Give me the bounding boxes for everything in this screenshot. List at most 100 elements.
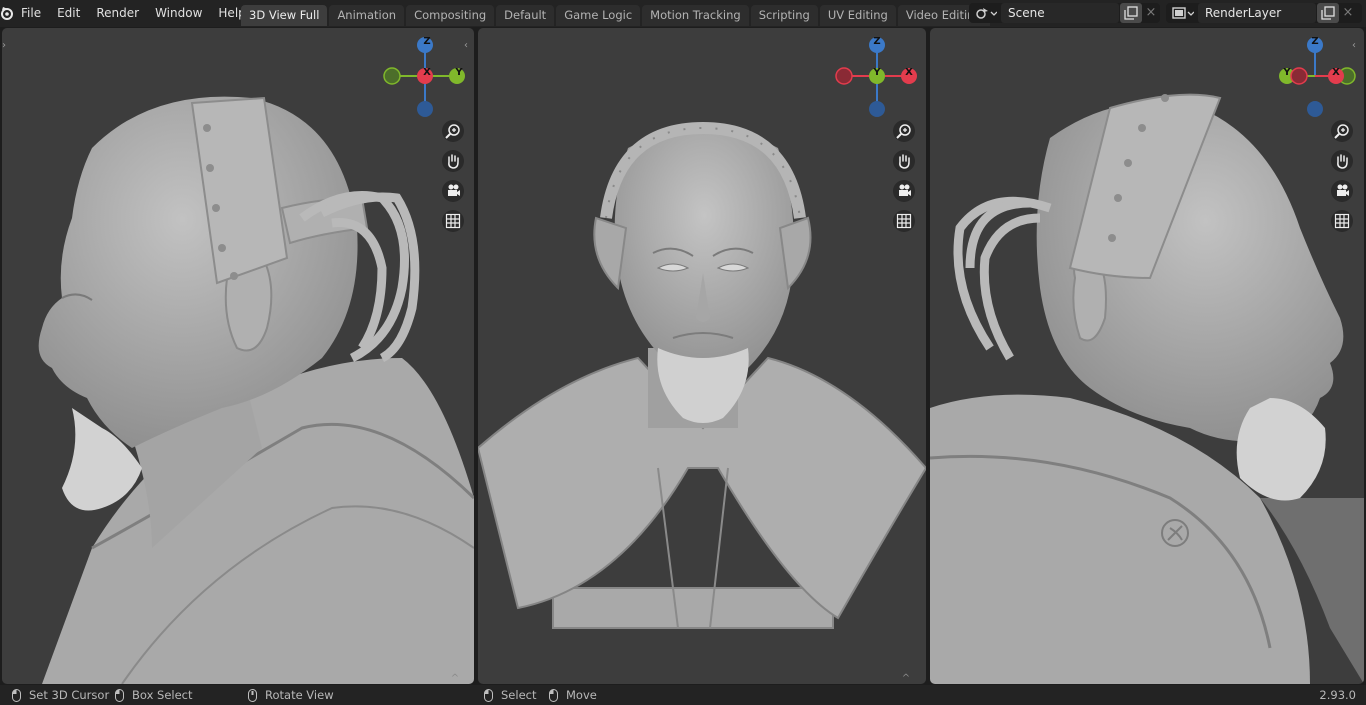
- gizmo-z-label: Z: [873, 36, 881, 47]
- pan-button[interactable]: [1331, 150, 1353, 172]
- mouse-left-icon: [12, 688, 21, 702]
- scene-name-field[interactable]: Scene: [1001, 3, 1119, 23]
- gizmo-left-label: Y: [1283, 67, 1291, 78]
- hint-label: Select: [501, 688, 537, 702]
- zoom-button[interactable]: [1331, 120, 1353, 142]
- gizmo-z-label: Z: [1311, 36, 1319, 47]
- menu-file[interactable]: File: [13, 0, 49, 27]
- camera-icon: [899, 184, 911, 196]
- footer-expand-icon[interactable]: ^: [448, 674, 462, 684]
- gizmo-center-label: X: [423, 67, 431, 78]
- status-bar: Set 3D Cursor Box Select Rotate View Sel…: [0, 685, 1366, 705]
- gizmo-neg-z-axis: [1307, 101, 1323, 117]
- sculpt-model-right-profile: [930, 93, 1364, 684]
- camera-view-button[interactable]: [1331, 180, 1353, 202]
- grid-icon: [1334, 213, 1350, 229]
- grid-icon: [896, 213, 912, 229]
- hand-pan-icon: [1337, 154, 1348, 169]
- navigation-gizmo[interactable]: [380, 34, 470, 124]
- hint-label: Rotate View: [265, 688, 334, 702]
- 3d-viewport-left[interactable]: Z X Y › ‹ ^: [2, 28, 474, 684]
- tab-scripting[interactable]: Scripting: [750, 5, 818, 26]
- ortho-toggle-button[interactable]: [1331, 210, 1353, 232]
- hint-label: Box Select: [132, 688, 193, 702]
- version-label: 2.93.0: [1319, 688, 1356, 702]
- mouse-drag-icon: [549, 688, 558, 702]
- new-view-layer-button[interactable]: [1317, 3, 1339, 23]
- 3d-viewport-right[interactable]: Z Y X ‹: [930, 28, 1364, 684]
- scene-selector: Scene ×: [969, 3, 1160, 23]
- camera-icon: [1337, 184, 1349, 196]
- menu-window[interactable]: Window: [147, 0, 210, 27]
- zoom-button[interactable]: [442, 120, 464, 142]
- navigation-tools: [1331, 120, 1355, 240]
- navigation-tools: [893, 120, 917, 240]
- gizmo-neg-z-axis: [869, 101, 885, 117]
- grid-icon: [445, 213, 461, 229]
- menu-render[interactable]: Render: [88, 0, 147, 27]
- view-layer-name-field[interactable]: RenderLayer: [1198, 3, 1316, 23]
- hint-rotate-view: Rotate View: [248, 685, 334, 705]
- tab-uv-editing[interactable]: UV Editing: [819, 5, 896, 26]
- zoom-button[interactable]: [893, 120, 915, 142]
- toolbar-expand-icon[interactable]: ›: [2, 40, 12, 52]
- view-layer-browse-button[interactable]: [1168, 4, 1198, 22]
- hand-pan-icon: [899, 154, 910, 169]
- camera-view-button[interactable]: [442, 180, 464, 202]
- hint-set-3d-cursor: Set 3D Cursor: [12, 685, 109, 705]
- gizmo-right-label: X: [905, 67, 913, 78]
- sidebar-expand-icon[interactable]: ‹: [464, 40, 474, 52]
- main-menu: File Edit Render Window Help: [13, 0, 254, 27]
- navigation-tools: [442, 120, 466, 240]
- zoom-icon: [1334, 124, 1349, 139]
- top-bar: File Edit Render Window Help 3D View Ful…: [0, 0, 1366, 27]
- hint-label: Set 3D Cursor: [29, 688, 110, 702]
- scene-browse-button[interactable]: [971, 4, 1001, 22]
- hand-pan-icon: [448, 154, 459, 169]
- pan-button[interactable]: [893, 150, 915, 172]
- tab-compositing[interactable]: Compositing: [406, 5, 495, 26]
- sculpt-model-left-profile: [38, 96, 474, 684]
- gizmo-neg-y-axis: [383, 67, 401, 85]
- navigation-gizmo[interactable]: [1270, 34, 1360, 124]
- sidebar-expand-icon[interactable]: ‹: [1352, 40, 1362, 52]
- duplicate-icon: [1124, 6, 1138, 20]
- tab-3d-view-full[interactable]: 3D View Full: [241, 5, 328, 26]
- hint-label: Move: [566, 688, 597, 702]
- sculpt-model-front: [478, 121, 926, 629]
- tab-animation[interactable]: Animation: [329, 5, 405, 26]
- menu-edit[interactable]: Edit: [49, 0, 88, 27]
- tab-game-logic[interactable]: Game Logic: [556, 5, 641, 26]
- new-scene-button[interactable]: [1120, 3, 1142, 23]
- camera-icon: [448, 184, 460, 196]
- mouse-left-icon: [484, 688, 493, 702]
- mouse-drag-icon: [115, 688, 124, 702]
- gizmo-right-label: X: [1332, 67, 1340, 78]
- gizmo-right-label: Y: [455, 67, 463, 78]
- gizmo-z-label: Z: [423, 36, 431, 47]
- gizmo-center-label: Y: [873, 67, 881, 78]
- scene-icon: [976, 8, 997, 19]
- delete-scene-button[interactable]: ×: [1142, 3, 1160, 23]
- ortho-toggle-button[interactable]: [893, 210, 915, 232]
- camera-view-button[interactable]: [893, 180, 915, 202]
- navigation-gizmo[interactable]: [832, 34, 922, 124]
- workspace-tabs: 3D View Full Animation Compositing Defau…: [241, 5, 1014, 27]
- tab-default[interactable]: Default: [496, 5, 555, 26]
- zoom-icon: [445, 124, 460, 139]
- mouse-middle-icon: [248, 688, 257, 702]
- tab-motion-tracking[interactable]: Motion Tracking: [642, 5, 749, 26]
- zoom-icon: [896, 124, 911, 139]
- gizmo-neg-x-axis: [835, 67, 853, 85]
- duplicate-icon: [1321, 6, 1335, 20]
- hint-box-select: Box Select: [115, 685, 193, 705]
- delete-view-layer-button[interactable]: ×: [1339, 3, 1357, 23]
- pan-button[interactable]: [442, 150, 464, 172]
- footer-expand-icon[interactable]: ^: [899, 674, 913, 684]
- gizmo-neg-z-axis: [417, 101, 433, 117]
- view-layer-selector: RenderLayer ×: [1166, 3, 1362, 23]
- render-layer-icon: [1172, 7, 1194, 19]
- hint-move: Move: [549, 685, 597, 705]
- 3d-viewport-front[interactable]: Z Y X ^: [478, 28, 926, 684]
- ortho-toggle-button[interactable]: [442, 210, 464, 232]
